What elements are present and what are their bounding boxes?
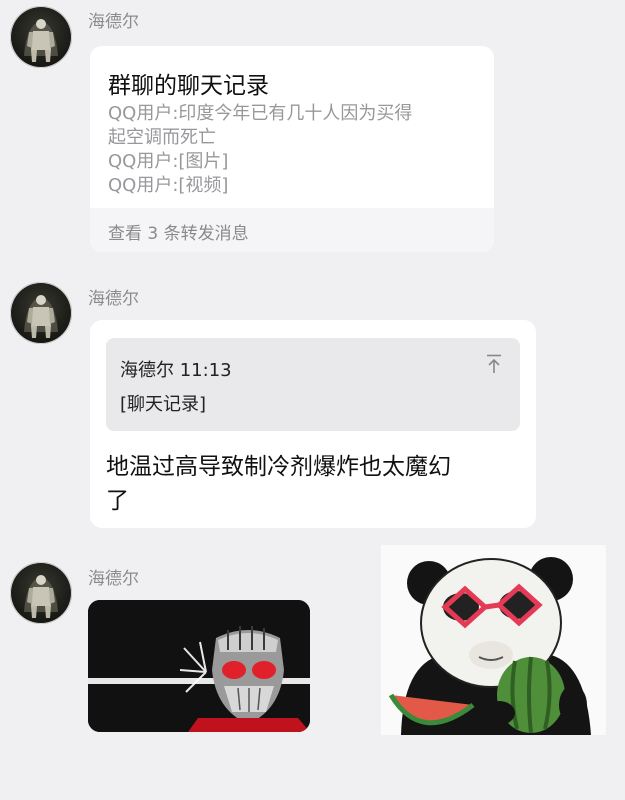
- jump-to-quote-icon[interactable]: [486, 354, 502, 374]
- forwarded-chat-card[interactable]: 群聊的聊天记录 QQ用户:印度今年已有几十人因为买得 起空调而死亡 QQ用户:[…: [90, 46, 494, 252]
- avatar[interactable]: [10, 282, 72, 344]
- message-text: 地温过高导致制冷剂爆炸也太魔幻 了: [106, 450, 526, 518]
- quote-body: [聊天记录]: [120, 394, 207, 415]
- forwarded-line: QQ用户:[视频]: [108, 175, 229, 196]
- forwarded-footer[interactable]: 查看 3 条转发消息: [90, 208, 494, 252]
- sender-name: 海德尔: [88, 12, 139, 32]
- avatar[interactable]: [10, 6, 72, 68]
- sender-name: 海德尔: [88, 569, 139, 589]
- forwarded-line: QQ用户:[图片]: [108, 151, 229, 172]
- forwarded-line: 起空调而死亡: [108, 127, 216, 148]
- view-forwarded-link[interactable]: 查看 3 条转发消息: [108, 219, 249, 244]
- forwarded-line: QQ用户:印度今年已有几十人因为买得: [108, 103, 413, 124]
- reply-message-bubble[interactable]: 海德尔 11:13 [聊天记录] 地温过高导致制冷剂爆炸也太魔幻 了: [90, 320, 536, 528]
- avatar[interactable]: [10, 562, 72, 624]
- masked-rider-image-icon: [88, 600, 310, 732]
- image-message[interactable]: [88, 600, 310, 732]
- knight-avatar-icon: [24, 19, 58, 62]
- knight-avatar-icon: [24, 575, 58, 618]
- message-text-line: 地温过高导致制冷剂爆炸也太魔幻: [106, 454, 451, 480]
- forwarded-chat-title: 群聊的聊天记录: [108, 73, 269, 99]
- panda-watermelon-sticker-icon: [381, 545, 606, 735]
- message-text-line: 了: [106, 488, 129, 514]
- knight-avatar-icon: [24, 295, 58, 338]
- quote-header: 海德尔 11:13: [120, 360, 232, 381]
- quoted-message[interactable]: 海德尔 11:13 [聊天记录]: [106, 338, 520, 431]
- sender-name: 海德尔: [88, 289, 139, 309]
- sticker-image[interactable]: [381, 545, 606, 735]
